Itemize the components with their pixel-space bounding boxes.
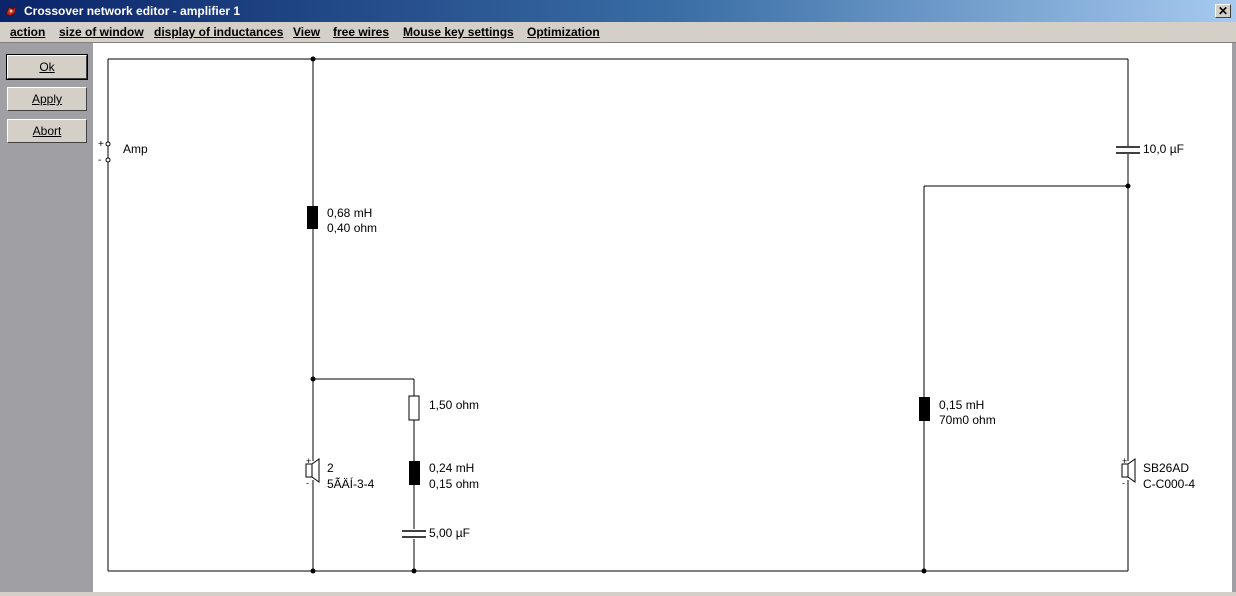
resistor-1-body (408, 395, 420, 421)
amp-minus-sign: - (98, 155, 101, 166)
inductor-3-resistance: 70m0 ohm (939, 413, 996, 427)
menu-free-wires[interactable]: free wires (333, 25, 389, 39)
speaker-1-plus-sign: + (306, 456, 311, 466)
menu-display-of-inductances[interactable]: display of inductances (154, 25, 283, 39)
menu-view[interactable]: View (293, 25, 320, 39)
speaker-2[interactable]: + - SB26AD C-C000-4 (1121, 456, 1195, 491)
ok-button-label: Ok (39, 60, 55, 74)
inductor-1-value: 0,68 mH (327, 206, 372, 220)
crossover-editor-window: Crossover network editor - amplifier 1 ✕… (0, 0, 1236, 596)
speaker-2-model: C-C000-4 (1143, 477, 1195, 491)
menu-mouse-key-settings[interactable]: Mouse key settings (403, 25, 514, 39)
close-icon: ✕ (1217, 4, 1229, 18)
schematic-canvas[interactable]: + - Amp 0,68 mH 0,40 ohm 1,50 ohm 0,24 m… (93, 43, 1232, 592)
close-button[interactable]: ✕ (1215, 4, 1231, 18)
apply-button-label: Apply (31, 92, 63, 106)
speaker-1-minus-sign: - (306, 478, 309, 488)
menu-size-of-window[interactable]: size of window (59, 25, 144, 39)
app-icon (5, 4, 17, 17)
inductor-2-body (409, 461, 420, 485)
inductor-1-body (307, 206, 318, 229)
title-bar[interactable]: Crossover network editor - amplifier 1 ✕ (0, 0, 1236, 22)
inductor-1[interactable]: 0,68 mH 0,40 ohm (307, 206, 377, 235)
inductor-2-resistance: 0,15 ohm (429, 477, 479, 491)
menu-bar: action size of window display of inducta… (0, 22, 1236, 43)
capacitor-1-value: 5,00 µF (429, 526, 470, 540)
speaker-1[interactable]: + - 2 5ÃÄÍ-3-4 (305, 456, 375, 491)
window-title: Crossover network editor - amplifier 1 (24, 4, 241, 18)
speaker-1-model: 5ÃÄÍ-3-4 (327, 476, 375, 491)
capacitor-2[interactable]: 10,0 µF (1116, 142, 1184, 156)
speaker-1-name: 2 (327, 461, 334, 475)
crossover-schematic: + - Amp 0,68 mH 0,40 ohm 1,50 ohm 0,24 m… (98, 56, 1195, 574)
inductor-3-body (919, 397, 930, 421)
menu-action[interactable]: action (10, 25, 45, 39)
amp-label: Amp (123, 142, 148, 156)
inductor-2-value: 0,24 mH (429, 461, 474, 475)
ok-button[interactable]: Ok (6, 54, 88, 80)
menu-optimization[interactable]: Optimization (527, 25, 600, 39)
junction-dots (310, 56, 1131, 574)
capacitor-1[interactable]: 5,00 µF (402, 526, 470, 540)
abort-button-label: Abort (32, 124, 62, 138)
resistor-1[interactable]: 1,50 ohm (408, 395, 479, 421)
inductor-2[interactable]: 0,24 mH 0,15 ohm (409, 461, 479, 491)
inductor-3[interactable]: 0,15 mH 70m0 ohm (919, 397, 996, 427)
abort-button[interactable]: Abort (7, 119, 87, 143)
amp-plus-sign: + (98, 139, 104, 150)
speaker-2-plus-sign: + (1122, 456, 1127, 466)
wires (107, 58, 1129, 572)
resistor-1-value: 1,50 ohm (429, 398, 479, 412)
button-panel: Ok Apply Abort (0, 43, 92, 596)
speaker-2-minus-sign: - (1122, 478, 1125, 488)
speaker-2-name: SB26AD (1143, 461, 1189, 475)
window-bottom-edge (0, 592, 1236, 596)
inductor-3-value: 0,15 mH (939, 398, 984, 412)
amp-terminal[interactable]: + - Amp (98, 139, 148, 166)
inductor-1-resistance: 0,40 ohm (327, 221, 377, 235)
capacitor-2-value: 10,0 µF (1143, 142, 1184, 156)
apply-button[interactable]: Apply (7, 87, 87, 111)
